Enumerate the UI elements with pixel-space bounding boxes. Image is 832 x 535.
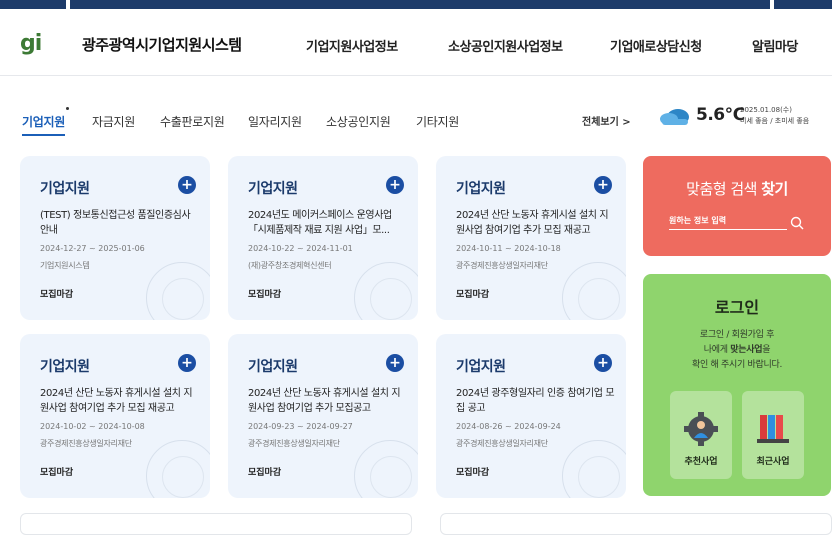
decoration-circle: [162, 278, 204, 320]
tab-other[interactable]: 기타지원: [416, 113, 459, 130]
card-status: 모집마감: [40, 290, 74, 300]
login-description: 로그인 / 회원가입 후 나에게 맞는사업을 확인 해 주시기 바랍니다.: [691, 330, 783, 370]
decoration-circle: [370, 278, 412, 320]
card-title[interactable]: 2024년도 메이커스페이스 운영사업 「시제품제작 재료 지원 사업」모...: [248, 208, 408, 238]
custom-search-panel: 맞춤형 검색 찾기: [643, 156, 831, 256]
view-all-link[interactable]: 전체보기 >: [582, 113, 631, 128]
temperature: 5.6℃: [696, 105, 745, 125]
card-status: 모집마감: [456, 290, 490, 300]
plus-icon[interactable]: +: [178, 176, 196, 194]
card-category: 기업지원: [40, 181, 90, 197]
business-card[interactable]: 기업지원 + 2024년 산단 노동자 휴게시설 설치 지원사업 참여기업 추가…: [436, 156, 626, 320]
header: gi 광주광역시기업지원시스템 기업지원사업정보 소상공인지원사업정보 기업애로…: [0, 9, 832, 76]
bottom-panel: [440, 513, 832, 535]
search-input[interactable]: [669, 214, 787, 230]
tab-business-support[interactable]: 기업지원: [22, 113, 65, 136]
plus-icon[interactable]: +: [594, 176, 612, 194]
button-label: 추천사업: [684, 457, 718, 467]
site-logo[interactable]: gi: [20, 31, 42, 56]
card-category: 기업지원: [456, 359, 506, 375]
air-quality: 미세 좋음 / 초미세 좋음: [740, 117, 810, 125]
tab-jobs[interactable]: 일자리지원: [248, 113, 302, 130]
nav-item-consultation[interactable]: 기업애로상담신청: [610, 36, 702, 55]
bottom-panel: [20, 513, 412, 535]
nav-item-business-info[interactable]: 기업지원사업정보: [306, 36, 398, 55]
login-panel: 로그인 로그인 / 회원가입 후 나에게 맞는사업을 확인 해 주시기 바랍니다…: [643, 274, 831, 496]
tab-export[interactable]: 수출판로지원: [160, 113, 225, 130]
decoration-circle: [370, 456, 412, 498]
books-icon: [755, 411, 791, 451]
button-label: 최근사업: [756, 457, 790, 467]
business-card[interactable]: 기업지원 + 2024년 산단 노동자 휴게시설 설치 지원사업 참여기업 추가…: [228, 334, 418, 498]
search-title: 맞춤형 검색 찾기: [686, 180, 788, 198]
card-title[interactable]: 2024년 산단 노동자 휴게시설 설치 지원사업 참여기업 추가 모집공고: [248, 386, 408, 416]
card-category: 기업지원: [456, 181, 506, 197]
card-org: 광주경제진흥상생일자리재단: [248, 439, 340, 448]
card-title[interactable]: 2024년 산단 노동자 휴게시설 설치 지원사업 참여기업 추가 모집 재공고: [40, 386, 200, 416]
card-org: 광주경제진흥상생일자리재단: [456, 261, 548, 270]
card-category: 기업지원: [248, 359, 298, 375]
card-status: 모집마감: [248, 468, 282, 478]
business-card[interactable]: 기업지원 + (TEST) 정보통신접근성 품질인증심사 안내 2024-12-…: [20, 156, 210, 320]
card-category: 기업지원: [248, 181, 298, 197]
business-card[interactable]: 기업지원 + 2024년 광주형일자리 인증 참여기업 모집 공고 2024-0…: [436, 334, 626, 498]
card-date: 2024-10-02 ~ 2024-10-08: [40, 422, 145, 431]
plus-icon[interactable]: +: [594, 354, 612, 372]
gear-person-icon: [683, 411, 719, 451]
plus-icon[interactable]: +: [386, 176, 404, 194]
card-title[interactable]: 2024년 산단 노동자 휴게시설 설치 지원사업 참여기업 추가 모집 재공고: [456, 208, 616, 238]
card-date: 2024-09-23 ~ 2024-09-27: [248, 422, 353, 431]
cloud-icon: [658, 108, 692, 130]
search-icon[interactable]: [790, 215, 804, 234]
card-date: 2024-12-27 ~ 2025-01-06: [40, 244, 145, 253]
site-title[interactable]: 광주광역시기업지원시스템: [82, 34, 242, 55]
card-date: 2024-08-26 ~ 2024-09-24: [456, 422, 561, 431]
card-category: 기업지원: [40, 359, 90, 375]
card-status: 모집마감: [456, 468, 490, 478]
business-card[interactable]: 기업지원 + 2024년도 메이커스페이스 운영사업 「시제품제작 재료 지원 …: [228, 156, 418, 320]
tab-small-business[interactable]: 소상공인지원: [326, 113, 391, 130]
plus-icon[interactable]: +: [178, 354, 196, 372]
decoration-circle: [578, 456, 620, 498]
card-status: 모집마감: [40, 468, 74, 478]
card-org: 광주경제진흥상생일자리재단: [40, 439, 132, 448]
decoration-circle: [578, 278, 620, 320]
recent-business-button[interactable]: 최근사업: [742, 391, 804, 479]
tab-funding[interactable]: 자금지원: [92, 113, 135, 130]
decoration-circle: [162, 456, 204, 498]
card-date: 2024-10-22 ~ 2024-11-01: [248, 244, 353, 253]
login-title[interactable]: 로그인: [643, 294, 831, 318]
card-title[interactable]: (TEST) 정보통신접근성 품질인증심사 안내: [40, 208, 200, 238]
business-card[interactable]: 기업지원 + 2024년 산단 노동자 휴게시설 설치 지원사업 참여기업 추가…: [20, 334, 210, 498]
card-status: 모집마감: [248, 290, 282, 300]
plus-icon[interactable]: +: [386, 354, 404, 372]
tab-indicator-dot: [66, 107, 69, 110]
card-date: 2024-10-11 ~ 2024-10-18: [456, 244, 561, 253]
nav-item-small-business-info[interactable]: 소상공인지원사업정보: [448, 36, 563, 55]
card-org: (재)광주창조경제혁신센터: [248, 261, 332, 270]
recommended-business-button[interactable]: 추천사업: [670, 391, 732, 479]
top-bar: [0, 0, 832, 9]
card-org: 기업지원시스템: [40, 261, 90, 270]
weather-date: 2025.01.08(수): [740, 106, 792, 114]
card-title[interactable]: 2024년 광주형일자리 인증 참여기업 모집 공고: [456, 386, 616, 416]
nav-item-notice[interactable]: 알림마당: [752, 36, 798, 55]
card-org: 광주경제진흥상생일자리재단: [456, 439, 548, 448]
